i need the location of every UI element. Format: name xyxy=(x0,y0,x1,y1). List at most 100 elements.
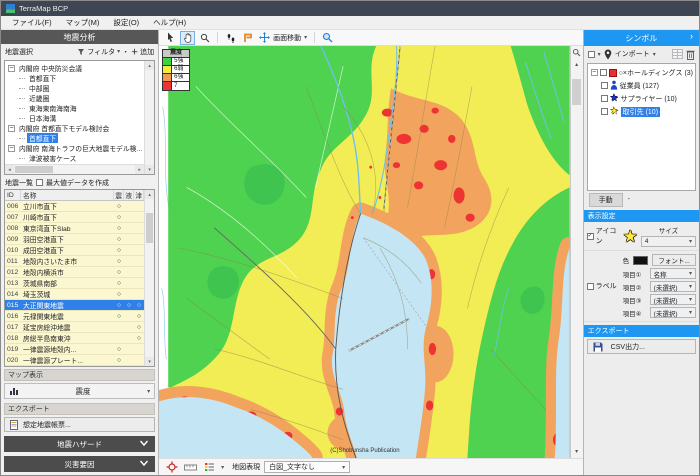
field-combobox[interactable]: (未選択)▾ xyxy=(650,281,696,292)
map-canvas[interactable]: (C)Shobunsha Publication 震度 5強6弱6強7 xyxy=(159,46,570,458)
earthquake-tree-item[interactable]: −内閣府 中央防災会議 xyxy=(5,63,144,73)
hscroll-thumb[interactable] xyxy=(15,166,53,173)
earthquake-tree-item[interactable]: 中部圏 xyxy=(5,83,144,93)
earthquake-table-row[interactable]: 006立川市直下○ xyxy=(5,201,144,212)
earthquake-table-row[interactable]: 018房総半島南東沖○ xyxy=(5,333,144,344)
earthquake-table-row[interactable]: 015大正関東地震○○○ xyxy=(5,300,144,311)
map-display-combobox[interactable]: 震度 ▾ xyxy=(4,383,155,399)
earthquake-tree-item[interactable]: 津波被害ケース xyxy=(5,153,144,163)
map-style-combobox[interactable]: 白図_文字なし ▾ xyxy=(264,461,350,473)
title-bar[interactable]: TerraMap BCP xyxy=(1,1,699,16)
earthquake-tree-item[interactable]: −内閣府 南海トラフの巨大地震モデル検... xyxy=(5,143,144,153)
label-color-swatch[interactable] xyxy=(633,256,648,265)
earthquake-table-row[interactable]: 007川崎市直下○ xyxy=(5,212,144,223)
report-export-button[interactable]: 想定地震帳票... xyxy=(4,417,155,432)
filter-button[interactable]: フィルタ xyxy=(87,47,115,57)
earthquake-table-row[interactable]: 008東京湾直下Slab○ xyxy=(5,223,144,234)
tree-collapse-icon[interactable]: − xyxy=(8,65,15,72)
earthquake-table-row[interactable]: 010成田空港直下○ xyxy=(5,245,144,256)
map-vscrollbar[interactable]: ▴ ▾ xyxy=(570,46,583,458)
col-tsunami[interactable]: 津 xyxy=(134,190,144,200)
symbol-tree-item[interactable]: ★取引先 (10) xyxy=(590,106,693,117)
table-grid-icon[interactable] xyxy=(672,49,683,59)
manual-button[interactable]: 手動 xyxy=(589,193,623,207)
disaster-accordion-bar[interactable]: 災害要因 xyxy=(4,456,155,472)
size-combobox[interactable]: 4 ▾ xyxy=(641,236,696,247)
col-shindo[interactable]: 震 xyxy=(114,190,124,200)
footprints-tool[interactable] xyxy=(223,31,238,45)
select-cursor-tool[interactable] xyxy=(163,31,178,45)
earthquake-tree-item[interactable]: 近畿圏 xyxy=(5,93,144,103)
chevron-down-icon[interactable]: ▾ xyxy=(598,51,601,58)
field-combobox[interactable]: (未選択)▾ xyxy=(650,294,696,305)
earthquake-table-row[interactable]: 013茨城県南部○ xyxy=(5,278,144,289)
flag-tool[interactable] xyxy=(240,31,255,45)
menu-item[interactable]: マップ(M) xyxy=(59,16,107,29)
filter-dropdown-arrow[interactable]: ▾ xyxy=(117,48,120,55)
symbol-panel-header[interactable]: シンボル › xyxy=(584,30,699,46)
field-combobox[interactable]: 名称▾ xyxy=(650,268,696,279)
symbol-tree-item[interactable]: ★サプライヤー (10) xyxy=(590,93,693,104)
earthquake-table-row[interactable]: 014埼玉茨城○ xyxy=(5,289,144,300)
chevron-down-icon[interactable]: ▾ xyxy=(221,464,224,471)
add-button[interactable]: 追加 xyxy=(140,47,154,57)
center-target-tool[interactable] xyxy=(164,460,179,474)
symbol-checkbox[interactable] xyxy=(601,95,608,102)
earthquake-table-row[interactable]: 011地殻内さいたま市○ xyxy=(5,256,144,267)
max-data-checkbox[interactable] xyxy=(36,179,43,186)
symbol-checkbox[interactable] xyxy=(601,108,608,115)
earthquake-table-row[interactable]: 019一律震源地殻内...○ xyxy=(5,344,144,355)
symbol-checkbox[interactable] xyxy=(600,69,607,76)
menu-item[interactable]: ヘルプ(H) xyxy=(146,16,193,29)
import-button[interactable]: インポート xyxy=(615,49,650,59)
scroll-down-icon[interactable]: ▾ xyxy=(145,165,154,174)
vscroll-thumb[interactable] xyxy=(146,213,153,243)
csv-export-button[interactable]: CSV出力... xyxy=(587,339,696,354)
measure-tool[interactable] xyxy=(183,460,198,474)
scroll-up-icon[interactable]: ▴ xyxy=(145,190,154,199)
hazard-accordion-bar[interactable]: 地震ハザード xyxy=(4,436,155,452)
symbol-tree-item[interactable]: −○×ホールディングス (3) xyxy=(590,67,693,78)
select-all-checkbox[interactable] xyxy=(588,51,595,58)
earthquake-table-row[interactable]: 009羽田空港直下○ xyxy=(5,234,144,245)
col-id[interactable]: ID xyxy=(5,190,21,200)
scroll-left-icon[interactable]: ◂ xyxy=(5,165,14,174)
scroll-down-icon[interactable]: ▾ xyxy=(145,357,154,366)
col-name[interactable]: 名称 xyxy=(21,190,114,200)
earthquake-table-row[interactable]: 016元禄関東地震○○ xyxy=(5,311,144,322)
icon-checkbox[interactable]: ✓ xyxy=(587,233,594,240)
zoom-extent-icon[interactable] xyxy=(571,47,582,58)
earthquake-tree-item[interactable]: −内閣府 首都直下モデル検討会 xyxy=(5,123,144,133)
pan-mode-button[interactable]: 画面移動 ▾ xyxy=(257,32,309,43)
earthquake-tree-item[interactable]: 東海東南海南海 xyxy=(5,103,144,113)
table-vscrollbar[interactable]: ▴ ▾ xyxy=(144,190,154,366)
symbol-tree-item[interactable]: 従業員 (127) xyxy=(590,80,693,91)
chevron-down-icon[interactable]: ▾ xyxy=(653,51,656,58)
earthquake-tree-item[interactable]: 首都直下 xyxy=(5,133,144,143)
earthquake-tree-item[interactable]: 日本海溝 xyxy=(5,113,144,123)
tree-collapse-icon[interactable]: − xyxy=(8,145,15,152)
map-pin-icon[interactable] xyxy=(604,49,612,60)
map-legend-tool[interactable] xyxy=(202,460,217,474)
label-checkbox[interactable] xyxy=(587,283,594,290)
tree-hscrollbar[interactable]: ◂ ▸ xyxy=(5,164,144,174)
earthquake-table-row[interactable]: 017延宝房総沖地震○ xyxy=(5,322,144,333)
hand-pan-tool[interactable] xyxy=(180,31,195,45)
menu-item[interactable]: 設定(O) xyxy=(106,16,146,29)
earthquake-table-row[interactable]: 012地殻内横浜市○ xyxy=(5,267,144,278)
trash-icon[interactable] xyxy=(686,49,695,60)
scroll-down-icon[interactable]: ▾ xyxy=(571,446,582,457)
tree-collapse-icon[interactable]: − xyxy=(8,125,15,132)
tree-vscrollbar[interactable]: ▴ ▾ xyxy=(144,61,154,174)
earthquake-table-row[interactable]: 020一律震源プレート...○ xyxy=(5,355,144,366)
collapse-right-icon[interactable]: › xyxy=(690,31,693,41)
scroll-right-icon[interactable]: ▸ xyxy=(135,165,144,174)
zoom-tool[interactable] xyxy=(197,31,212,45)
zoom-window-tool[interactable] xyxy=(320,31,335,45)
menu-item[interactable]: ファイル(F) xyxy=(5,16,59,29)
symbol-checkbox[interactable] xyxy=(601,82,608,89)
tree-collapse-icon[interactable]: − xyxy=(591,69,598,76)
field-combobox[interactable]: (未選択)▾ xyxy=(650,307,696,318)
earthquake-tree-item[interactable]: 首都直下 xyxy=(5,73,144,83)
font-button[interactable]: フォント... xyxy=(652,254,696,266)
